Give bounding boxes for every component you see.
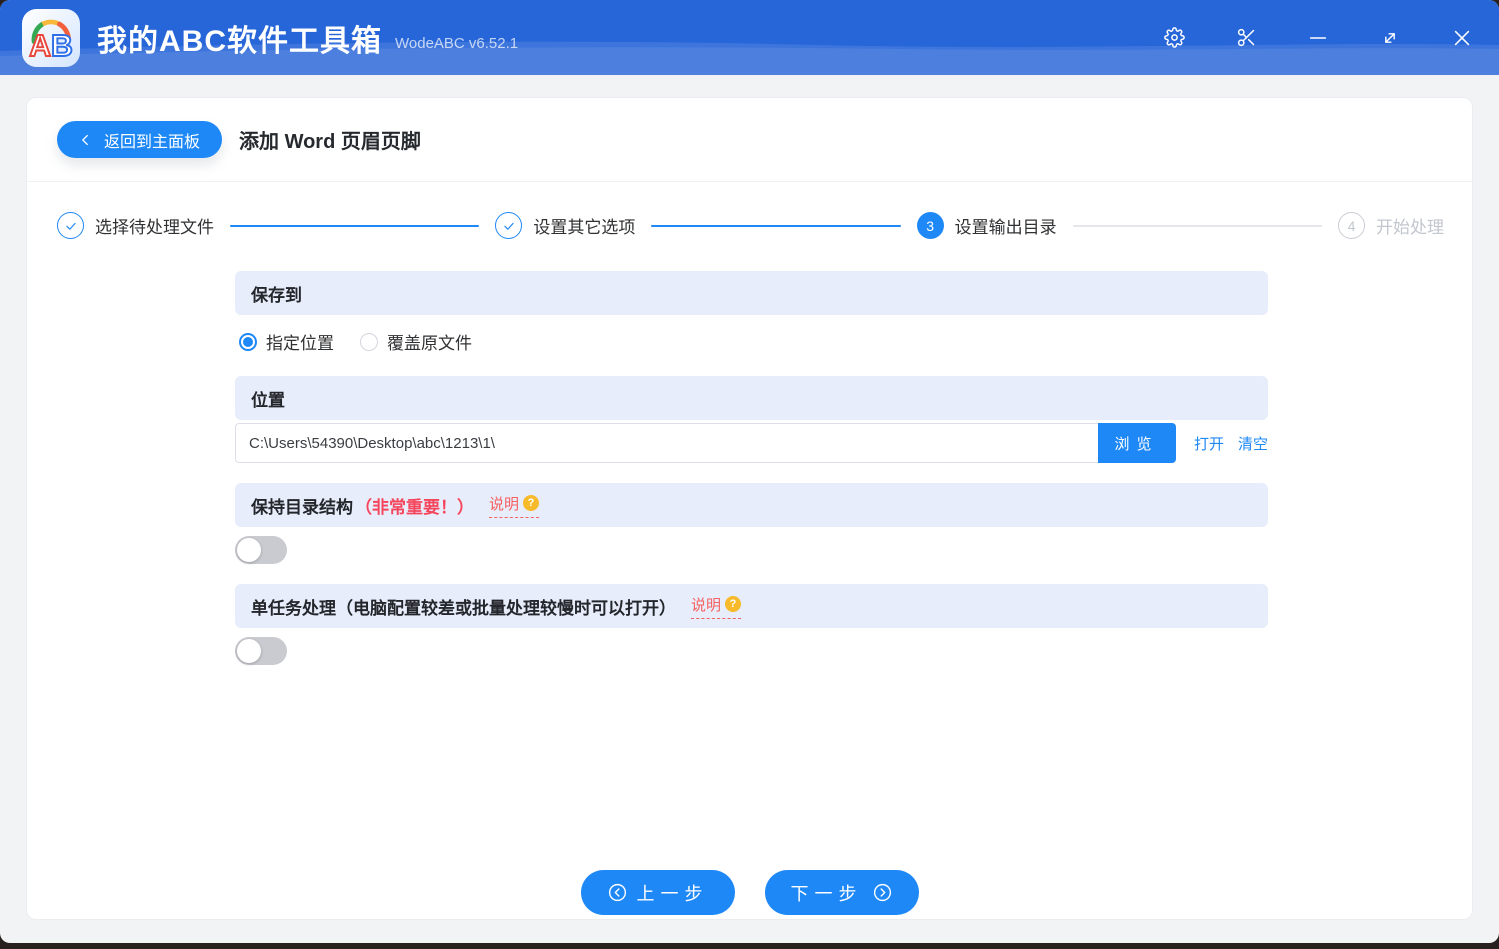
step-1-select-files: 选择待处理文件	[57, 212, 214, 239]
circle-chevron-left-icon	[608, 883, 626, 902]
scissors-screenshot-icon[interactable]	[1235, 27, 1257, 49]
form-content: 保存到 指定位置 覆盖原文件 位置 浏览 打开	[27, 257, 1472, 665]
card-header: 返回到主面板 添加 Word 页眉页脚	[27, 98, 1472, 182]
keep-structure-title: 保持目录结构	[251, 497, 353, 517]
step-indicator: 选择待处理文件 设置其它选项 3 设置输出目录 4 开始处理	[27, 182, 1472, 257]
back-button-label: 返回到主面板	[104, 133, 201, 151]
help-link-label: 说明	[489, 495, 520, 513]
keep-structure-section-header: 保持目录结构 （非常重要！） 说明 ?	[235, 483, 1268, 527]
close-icon[interactable]	[1451, 27, 1473, 49]
clear-path-link[interactable]: 清空	[1238, 433, 1268, 454]
keep-structure-toggle[interactable]	[235, 536, 287, 564]
circle-chevron-right-icon	[873, 883, 891, 902]
output-path-row: 浏览 打开 清空	[235, 423, 1268, 463]
app-logo: A B	[22, 8, 80, 67]
step-label: 设置其它选项	[533, 218, 636, 237]
save-to-options: 指定位置 覆盖原文件	[239, 329, 1268, 354]
keep-structure-important-note: （非常重要！）	[355, 497, 474, 517]
svg-text:A: A	[29, 30, 51, 63]
radio-label: 覆盖原文件	[387, 334, 472, 353]
titlebar-actions	[1163, 27, 1473, 49]
check-circle-icon	[495, 212, 523, 239]
step-2-other-options: 设置其它选项	[495, 212, 635, 239]
app-window: A B 我的ABC软件工具箱 WodeABC v6.52.1 返回到主面板 添加…	[0, 0, 1499, 943]
help-link-label: 说明	[691, 596, 722, 614]
browse-button[interactable]: 浏览	[1097, 423, 1176, 463]
single-task-section-header: 单任务处理（电脑配置较差或批量处理较慢时可以打开） 说明 ?	[235, 584, 1268, 628]
app-title: 我的ABC软件工具箱	[97, 24, 382, 58]
radio-label: 指定位置	[266, 334, 334, 353]
location-title: 位置	[251, 390, 285, 410]
page-title: 添加 Word 页眉页脚	[239, 131, 421, 153]
svg-text:B: B	[51, 30, 73, 63]
step-4-start-processing: 4 开始处理	[1337, 212, 1444, 239]
prev-step-label: 上一步	[636, 883, 709, 904]
step-connector	[651, 224, 901, 227]
next-step-button[interactable]: 下一步	[764, 870, 919, 915]
check-circle-icon	[57, 212, 84, 239]
next-step-label: 下一步	[790, 883, 863, 904]
step-label: 开始处理	[1375, 218, 1444, 237]
keep-structure-help-link[interactable]: 说明 ?	[489, 493, 540, 518]
step-number-badge: 4	[1337, 212, 1365, 239]
radio-specified-location[interactable]: 指定位置	[239, 329, 334, 354]
save-to-section-header: 保存到	[235, 271, 1268, 315]
single-task-toggle[interactable]	[235, 637, 287, 665]
output-path-input[interactable]	[235, 423, 1098, 463]
browse-button-label: 浏览	[1114, 435, 1159, 453]
toggle-knob	[237, 538, 261, 562]
save-to-title: 保存到	[251, 285, 302, 305]
settings-gear-icon[interactable]	[1163, 27, 1185, 49]
question-mark-icon: ?	[725, 596, 742, 612]
step-label: 选择待处理文件	[95, 218, 214, 237]
app-version: WodeABC v6.52.1	[395, 35, 519, 52]
radio-unselected-icon	[360, 332, 378, 351]
back-to-main-button[interactable]: 返回到主面板	[57, 121, 223, 158]
titlebar[interactable]: A B 我的ABC软件工具箱 WodeABC v6.52.1	[0, 0, 1499, 75]
step-number-badge: 3	[916, 212, 944, 239]
location-section-header: 位置	[235, 376, 1268, 420]
step-connector	[230, 224, 480, 227]
radio-selected-icon	[239, 332, 257, 351]
step-3-output-directory: 3 设置输出目录	[916, 212, 1057, 239]
single-task-title: 单任务处理（电脑配置较差或批量处理较慢时可以打开）	[251, 598, 676, 618]
toggle-knob	[237, 639, 261, 663]
main-card: 返回到主面板 添加 Word 页眉页脚 选择待处理文件 设置其它选项 3 设置输…	[26, 97, 1473, 920]
step-label: 设置输出目录	[954, 218, 1057, 237]
prev-step-button[interactable]: 上一步	[580, 870, 735, 915]
minimize-icon[interactable]	[1307, 27, 1329, 49]
single-task-help-link[interactable]: 说明 ?	[691, 594, 742, 619]
maximize-resize-icon[interactable]	[1379, 27, 1401, 49]
wizard-footer: 上一步 下一步	[27, 870, 1472, 919]
open-folder-link[interactable]: 打开	[1194, 433, 1224, 454]
question-mark-icon: ?	[523, 495, 540, 511]
step-connector	[1072, 224, 1322, 227]
chevron-left-icon	[79, 133, 93, 147]
radio-overwrite-original[interactable]: 覆盖原文件	[360, 329, 472, 354]
